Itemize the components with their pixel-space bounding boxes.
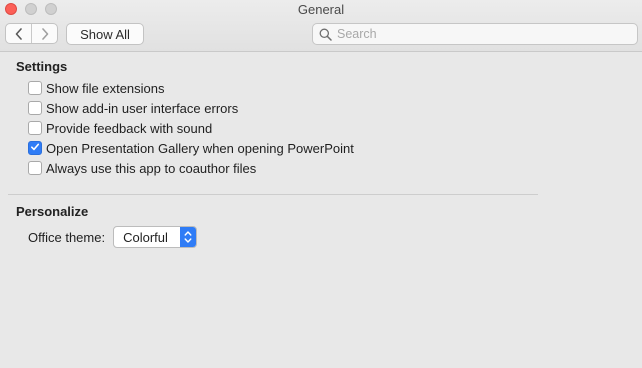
- window-title: General: [297, 2, 345, 17]
- back-button[interactable]: [6, 24, 31, 43]
- option-label: Provide feedback with sound: [46, 120, 213, 136]
- search-field[interactable]: [312, 23, 638, 45]
- navigation-buttons: [5, 23, 58, 44]
- option-label: Open Presentation Gallery when opening P…: [46, 140, 354, 156]
- forward-button[interactable]: [31, 24, 57, 43]
- option-label: Show file extensions: [46, 80, 165, 96]
- option-open-presentation-gallery[interactable]: Open Presentation Gallery when opening P…: [28, 140, 354, 156]
- magnifier-icon: [319, 27, 333, 41]
- option-show-file-extensions[interactable]: Show file extensions: [28, 80, 165, 96]
- chevron-left-icon: [15, 27, 23, 40]
- search-input[interactable]: [337, 27, 627, 41]
- checkbox[interactable]: [28, 121, 42, 135]
- checkbox[interactable]: [28, 101, 42, 115]
- checkmark-icon: [30, 139, 40, 157]
- office-theme-value: Colorful: [123, 229, 168, 245]
- chevron-right-icon: [41, 27, 49, 40]
- option-label: Show add-in user interface errors: [46, 100, 239, 116]
- office-theme-select[interactable]: Colorful: [113, 226, 198, 248]
- checkbox[interactable]: [28, 81, 42, 95]
- window-toolbar: General Show All: [0, 0, 642, 52]
- option-feedback-with-sound[interactable]: Provide feedback with sound: [28, 120, 212, 136]
- option-label: Always use this app to coauthor files: [46, 160, 257, 176]
- option-show-addin-errors[interactable]: Show add-in user interface errors: [28, 100, 238, 116]
- personalize-section-title: Personalize: [16, 204, 89, 219]
- office-theme-label: Office theme:: [28, 229, 106, 245]
- office-theme-row: Office theme: Colorful: [28, 226, 198, 248]
- checkbox-checked[interactable]: [28, 141, 42, 155]
- settings-section-title: Settings: [16, 59, 68, 74]
- option-always-coauthor[interactable]: Always use this app to coauthor files: [28, 160, 256, 176]
- checkbox[interactable]: [28, 161, 42, 175]
- up-down-arrows-icon: [180, 227, 197, 247]
- section-divider: [8, 194, 538, 195]
- show-all-button[interactable]: Show All: [66, 23, 144, 45]
